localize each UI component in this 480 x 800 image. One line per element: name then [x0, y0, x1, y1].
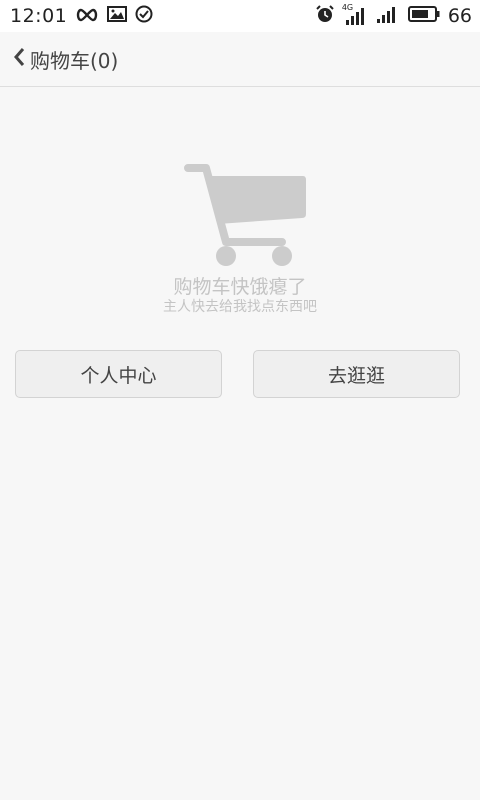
status-bar-right: 4G 66	[316, 3, 472, 28]
signal-4g-icon: 4G	[342, 3, 368, 26]
signal-icon	[376, 4, 400, 28]
status-bar-left: 12:01	[10, 5, 153, 27]
empty-title: 购物车快饿瘪了	[173, 276, 307, 298]
check-circle-icon	[135, 5, 153, 27]
empty-subtitle: 主人快去给我找点东西吧	[163, 299, 317, 315]
nav-bar: 购物车(0)	[0, 32, 480, 87]
page-title: 购物车(0)	[30, 48, 119, 73]
battery-percent: 66	[447, 5, 472, 27]
infinity-icon	[75, 7, 99, 26]
cart-icon	[0, 160, 480, 270]
status-bar: 12:01 4G 66	[0, 0, 480, 32]
personal-center-button[interactable]: 个人中心	[15, 350, 222, 398]
go-shopping-button[interactable]: 去逛逛	[253, 350, 460, 398]
battery-icon	[407, 6, 440, 26]
chevron-left-icon	[12, 47, 26, 71]
empty-cart-state: 购物车快饿瘪了 主人快去给我找点东西吧	[0, 160, 480, 316]
status-time: 12:01	[10, 5, 68, 27]
image-icon	[107, 6, 128, 26]
back-button[interactable]: 购物车(0)	[0, 32, 118, 86]
alarm-icon	[316, 5, 334, 27]
